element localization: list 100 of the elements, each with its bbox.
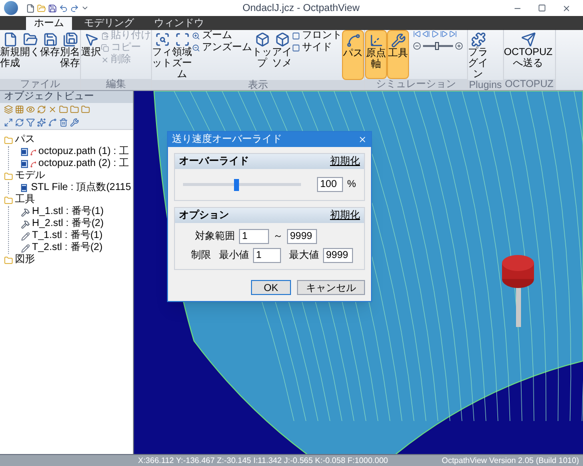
tree-item[interactable]: octopuz.path (1) : 工 — [38, 146, 129, 158]
tree-item[interactable]: T_1.stl : 番号(1) — [32, 230, 103, 242]
section-heading: オプション — [179, 208, 229, 223]
toolbar-icon[interactable] — [26, 105, 35, 114]
maximize-icon[interactable] — [538, 4, 546, 12]
toolbar-icon[interactable] — [81, 105, 90, 114]
ribbon-small-icon — [101, 44, 109, 52]
save-icon[interactable] — [48, 4, 57, 12]
ribbon-button[interactable]: フィット — [152, 30, 172, 80]
ribbon-icon — [346, 33, 360, 48]
tree-item[interactable]: パス — [15, 134, 35, 146]
toolbar-icon[interactable] — [48, 118, 57, 127]
input-field[interactable]: 100 — [317, 177, 344, 192]
input-field[interactable]: 9999 — [323, 248, 353, 263]
ribbon-button[interactable]: プラグイン — [468, 30, 488, 80]
playback-icon[interactable] — [431, 30, 439, 38]
slider-thumb[interactable] — [234, 178, 239, 190]
new-file-icon[interactable] — [26, 4, 35, 12]
checkbox[interactable] — [21, 160, 28, 168]
tool-icon — [21, 244, 30, 252]
ribbon-icon — [154, 32, 170, 47]
panel-title: オブジェクトビュー — [0, 91, 133, 103]
tree-item[interactable]: T_2.stl : 番号(2) — [32, 242, 103, 254]
close-icon[interactable] — [562, 4, 571, 12]
checkbox[interactable] — [21, 184, 27, 192]
slider-track[interactable] — [423, 42, 453, 50]
ribbon-small-button[interactable]: フロント — [292, 30, 342, 42]
ribbon-button[interactable]: 新規作成 — [0, 30, 20, 79]
ribbon-small-button[interactable]: アンズーム — [192, 42, 252, 54]
ribbon-icon — [390, 33, 406, 48]
ribbon-button[interactable]: 領域ズーム — [172, 30, 192, 80]
toolbar-icon[interactable] — [48, 105, 57, 114]
toolbar-icon[interactable] — [4, 105, 13, 114]
ribbon-button[interactable]: 別名保存 — [60, 30, 80, 79]
ribbon-small-button[interactable]: サイド — [292, 42, 342, 54]
ribbon-button[interactable]: アイソメ — [272, 30, 292, 80]
tool-icon — [21, 232, 30, 240]
checkbox[interactable] — [21, 148, 28, 156]
toolbar-icon[interactable] — [37, 105, 46, 114]
playback-icon[interactable] — [413, 30, 421, 38]
toolbar-icon[interactable] — [26, 118, 35, 127]
ribbon-group-label: ファイル — [0, 79, 80, 90]
field-label: 制限 — [191, 248, 211, 263]
playback-icon[interactable] — [440, 30, 448, 38]
ribbon-group-label: Plugins — [468, 80, 503, 90]
reset-link[interactable]: 初期化 — [330, 208, 360, 223]
toolbar-icon[interactable] — [15, 118, 24, 127]
app-logo-icon[interactable] — [4, 1, 18, 15]
ribbon-icon — [22, 32, 38, 47]
ribbon-button[interactable]: OCTOPUZへ送る — [504, 30, 553, 79]
ribbon-button[interactable]: 工具 — [387, 30, 409, 79]
field-label: 対象範囲 — [195, 230, 235, 244]
dialog-button[interactable]: OK — [251, 280, 291, 295]
slider-thumb[interactable] — [434, 42, 439, 50]
ribbon-group-label: 表示 — [152, 80, 364, 90]
tree-item[interactable]: モデル — [15, 170, 45, 182]
toolbar-icon[interactable] — [70, 118, 79, 127]
ribbon-icon — [174, 32, 190, 47]
tree-item[interactable]: H_2.stl : 番号(2) — [32, 218, 104, 230]
tree-item[interactable]: STL File : 頂点数(2115 — [31, 182, 132, 194]
ribbon-button[interactable]: トップ — [252, 30, 272, 80]
ribbon-icon — [470, 32, 486, 47]
tree-item[interactable]: octopuz.path (2) : 工 — [38, 158, 129, 170]
tree-item[interactable]: 工具 — [15, 194, 35, 206]
input-field[interactable]: 1 — [239, 229, 269, 244]
toolbar-icon[interactable] — [70, 105, 79, 114]
input-field[interactable]: 9999 — [287, 229, 317, 244]
toolbar-icon[interactable] — [59, 118, 68, 127]
ribbon-tab[interactable]: モデリング — [76, 17, 142, 30]
toolbar-icon[interactable] — [37, 118, 46, 127]
reset-link[interactable]: 初期化 — [330, 154, 360, 169]
slider-track[interactable] — [183, 178, 302, 190]
playback-icon[interactable] — [449, 30, 457, 38]
toolbar-icon[interactable] — [59, 105, 68, 114]
ribbon-small-button[interactable]: ズーム — [192, 30, 252, 42]
folder-icon — [4, 172, 13, 180]
undo-icon[interactable] — [59, 4, 68, 12]
range-separator: ～ — [273, 230, 283, 244]
path-icon — [30, 148, 36, 156]
redo-icon[interactable] — [70, 4, 79, 12]
ribbon-icon — [520, 32, 536, 47]
toolbar-icon[interactable] — [15, 105, 24, 114]
ribbon-icon — [42, 32, 58, 47]
toolbar-icon[interactable] — [4, 118, 13, 127]
ribbon-button[interactable]: 開く — [20, 30, 40, 79]
tree-item[interactable]: 図形 — [15, 254, 35, 266]
ribbon-button[interactable]: パス — [342, 30, 364, 80]
ribbon-tab[interactable]: ウィンドウ — [146, 17, 212, 30]
ribbon-small-icon — [192, 44, 200, 52]
ribbon-button[interactable]: 保存 — [40, 30, 60, 79]
zoom-out-icon[interactable] — [413, 42, 421, 50]
input-field[interactable]: 1 — [253, 248, 281, 263]
zoom-in-icon[interactable] — [455, 42, 463, 50]
playback-icon[interactable] — [422, 30, 430, 38]
ribbon-tab[interactable]: ホーム — [26, 17, 72, 30]
ribbon-button[interactable]: 原点軸 — [365, 30, 387, 79]
ribbon-button[interactable]: 選択 — [81, 30, 101, 79]
dialog-button[interactable]: キャンセル — [297, 280, 365, 295]
tree-item[interactable]: H_1.stl : 番号(1) — [32, 206, 104, 218]
ribbon-icon — [254, 32, 270, 47]
